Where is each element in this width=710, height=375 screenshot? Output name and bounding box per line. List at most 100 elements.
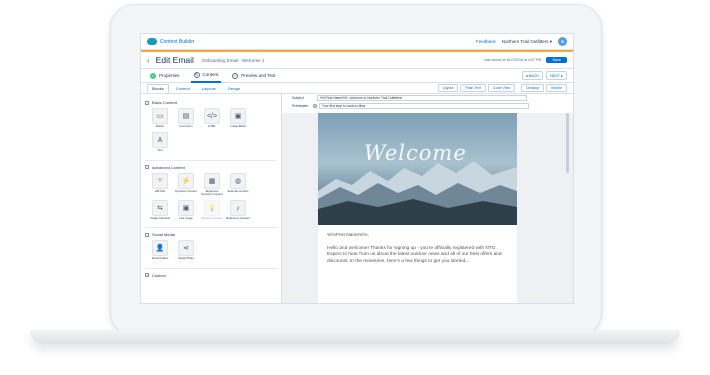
editor-main: − Basic Content ▭ Button ▤ Free Form </>… bbox=[141, 94, 573, 303]
app-title[interactable]: Content Builder bbox=[160, 39, 194, 45]
code-view-button[interactable]: Code View bbox=[487, 84, 516, 92]
step-nav: ✓ Properties ✎ Content ✓ Preview and Tes… bbox=[141, 69, 573, 83]
button-icon: ▭ bbox=[152, 108, 168, 124]
block-social-follow[interactable]: 👤 Social Follow bbox=[148, 240, 172, 260]
block-label: External Content bbox=[227, 188, 249, 193]
block-button[interactable]: ▭ Button bbox=[148, 108, 172, 128]
section-custom[interactable]: + Custom bbox=[145, 273, 277, 278]
feedback-link[interactable]: Feedback bbox=[476, 39, 496, 44]
einstein-icon: 💡 bbox=[204, 200, 220, 217]
block-label: HTML bbox=[208, 124, 216, 128]
share-icon: ⋖ bbox=[178, 240, 194, 257]
section-social-media[interactable]: − Social Media bbox=[145, 232, 277, 237]
step-label: Preview and Test bbox=[241, 73, 276, 78]
reference-icon: ♪ bbox=[230, 200, 246, 217]
expand-icon[interactable]: + bbox=[145, 273, 149, 278]
last-saved-text: Last saved on 8/17/2018 at 4:07 PM bbox=[483, 58, 542, 62]
email-preview[interactable]: Welcome %%First Name%%, Hello and welcom… bbox=[318, 113, 517, 303]
block-free-form[interactable]: ▤ Free Form bbox=[174, 108, 198, 128]
laptop-base bbox=[30, 330, 680, 344]
tab-blocks[interactable]: Blocks bbox=[147, 83, 169, 93]
scrollbar[interactable] bbox=[566, 113, 569, 173]
layout-view-button[interactable]: Layout bbox=[437, 84, 459, 92]
ab-test-icon: ⑂ bbox=[152, 172, 168, 189]
block-enhanced-dynamic[interactable]: ▦ Enhanced Dynamic Content bbox=[200, 172, 224, 197]
subject-input[interactable]: %%First Name%%, welcome to Northern Trai… bbox=[317, 95, 527, 101]
hero-welcome-text: Welcome bbox=[364, 141, 467, 165]
basic-content-grid: ▭ Button ▤ Free Form </> HTML ▣ Image Bl… bbox=[145, 108, 277, 161]
text-icon: A bbox=[152, 132, 168, 149]
back-button[interactable]: ◂ BACK bbox=[521, 71, 543, 80]
preheader-input[interactable]: Your first step to outdoor bliss bbox=[319, 103, 529, 109]
email-canvas: Welcome %%First Name%%, Hello and welcom… bbox=[282, 113, 573, 303]
step-preview[interactable]: ✓ Preview and Test bbox=[229, 69, 278, 83]
preheader-row: Preheader i Your first step to outdoor b… bbox=[282, 102, 573, 110]
tab-design[interactable]: Design bbox=[223, 84, 245, 93]
block-social-share[interactable]: ⋖ Social Share bbox=[174, 240, 198, 260]
social-follow-icon: 👤 bbox=[152, 240, 168, 257]
save-button[interactable]: Save bbox=[546, 57, 567, 63]
email-body-text: Hello and welcome! Thanks for signing up… bbox=[327, 246, 502, 264]
avatar[interactable]: ● bbox=[558, 37, 567, 46]
email-editor: Subject %%First Name%%, welcome to North… bbox=[282, 94, 573, 303]
step-label: Properties bbox=[159, 73, 180, 78]
collapse-icon[interactable]: − bbox=[145, 165, 149, 170]
block-reference-content[interactable]: ♪ Reference Content bbox=[226, 200, 250, 220]
advanced-content-grid: ⑂ A/B Test ⚡ Dynamic Content ▦ Enhanced … bbox=[145, 172, 277, 229]
section-title: Advanced Content bbox=[152, 164, 185, 170]
email-greeting: %%First Name%%, bbox=[327, 233, 369, 238]
step-properties[interactable]: ✓ Properties bbox=[147, 69, 183, 83]
preheader-label: Preheader bbox=[292, 104, 309, 108]
page-title: Edit Email bbox=[155, 55, 194, 65]
block-image[interactable]: ▣ Image Block bbox=[226, 108, 250, 128]
section-title: Custom bbox=[152, 272, 166, 278]
tab-layouts[interactable]: Layouts bbox=[197, 84, 221, 93]
mountains-illustration bbox=[318, 161, 517, 225]
block-label: Button bbox=[155, 124, 165, 128]
block-label: Einstein Content bbox=[201, 216, 223, 221]
image-icon: ▣ bbox=[230, 108, 246, 124]
free-form-icon: ▤ bbox=[178, 108, 194, 124]
block-image-carousel[interactable]: ⇆ Image Carousel bbox=[148, 200, 172, 220]
mobile-button[interactable]: Mobile bbox=[546, 84, 567, 92]
block-label: Dynamic Content bbox=[175, 188, 197, 193]
subject-row: Subject %%First Name%%, welcome to North… bbox=[282, 94, 573, 102]
step-content[interactable]: ✎ Content bbox=[190, 69, 222, 83]
section-title: Basic Content bbox=[152, 100, 177, 105]
collapse-icon[interactable]: − bbox=[145, 232, 149, 237]
desktop-button[interactable]: Desktop bbox=[521, 84, 545, 92]
tab-content[interactable]: Content bbox=[171, 84, 195, 93]
section-basic-content[interactable]: − Basic Content bbox=[145, 100, 277, 105]
hero-image[interactable]: Welcome bbox=[318, 113, 517, 225]
email-name: Onboarding Email - Welcome 1 bbox=[201, 57, 265, 63]
cloud-logo-icon bbox=[147, 38, 157, 45]
collapse-icon[interactable]: − bbox=[145, 100, 149, 105]
globe-icon: ◍ bbox=[230, 172, 246, 189]
block-text[interactable]: A Text bbox=[148, 132, 172, 152]
blocks-panel: − Basic Content ▭ Button ▤ Free Form </>… bbox=[141, 94, 282, 303]
editor-toolbar: Blocks Content Layouts Design Layout Pla… bbox=[141, 83, 573, 94]
next-button[interactable]: NEXT ▸ bbox=[545, 71, 567, 80]
block-einstein-content[interactable]: 💡 Einstein Content bbox=[200, 200, 224, 220]
email-body[interactable]: %%First Name%%, Hello and welcome! Thank… bbox=[318, 225, 517, 273]
block-label: Text bbox=[157, 148, 163, 153]
carousel-icon: ⇆ bbox=[152, 200, 168, 217]
block-external-content[interactable]: ◍ External Content bbox=[226, 172, 250, 197]
chevron-left-icon[interactable]: ‹ bbox=[147, 56, 150, 65]
block-label: A/B Test bbox=[154, 188, 166, 193]
block-label: Social Follow bbox=[151, 256, 169, 261]
block-html[interactable]: </> HTML bbox=[200, 108, 224, 128]
html-icon: </> bbox=[204, 108, 220, 124]
section-advanced-content[interactable]: − Advanced Content bbox=[145, 165, 277, 170]
block-label: Image Block bbox=[230, 124, 246, 128]
plain-text-button[interactable]: Plain Text bbox=[460, 84, 486, 92]
social-media-grid: 👤 Social Follow ⋖ Social Share bbox=[145, 240, 277, 269]
block-live-image[interactable]: ▣ Live Image bbox=[174, 200, 198, 220]
app-top-bar: Content Builder Feedback Northern Trail … bbox=[141, 34, 573, 50]
block-ab-test[interactable]: ⑂ A/B Test bbox=[148, 172, 172, 197]
account-switcher[interactable]: Northern Trail Outfitters ▾ bbox=[502, 39, 552, 45]
info-icon[interactable]: i bbox=[313, 104, 317, 108]
block-dynamic-content[interactable]: ⚡ Dynamic Content bbox=[174, 172, 198, 197]
block-label: Image Carousel bbox=[150, 216, 170, 221]
subject-label: Subject bbox=[292, 96, 304, 100]
